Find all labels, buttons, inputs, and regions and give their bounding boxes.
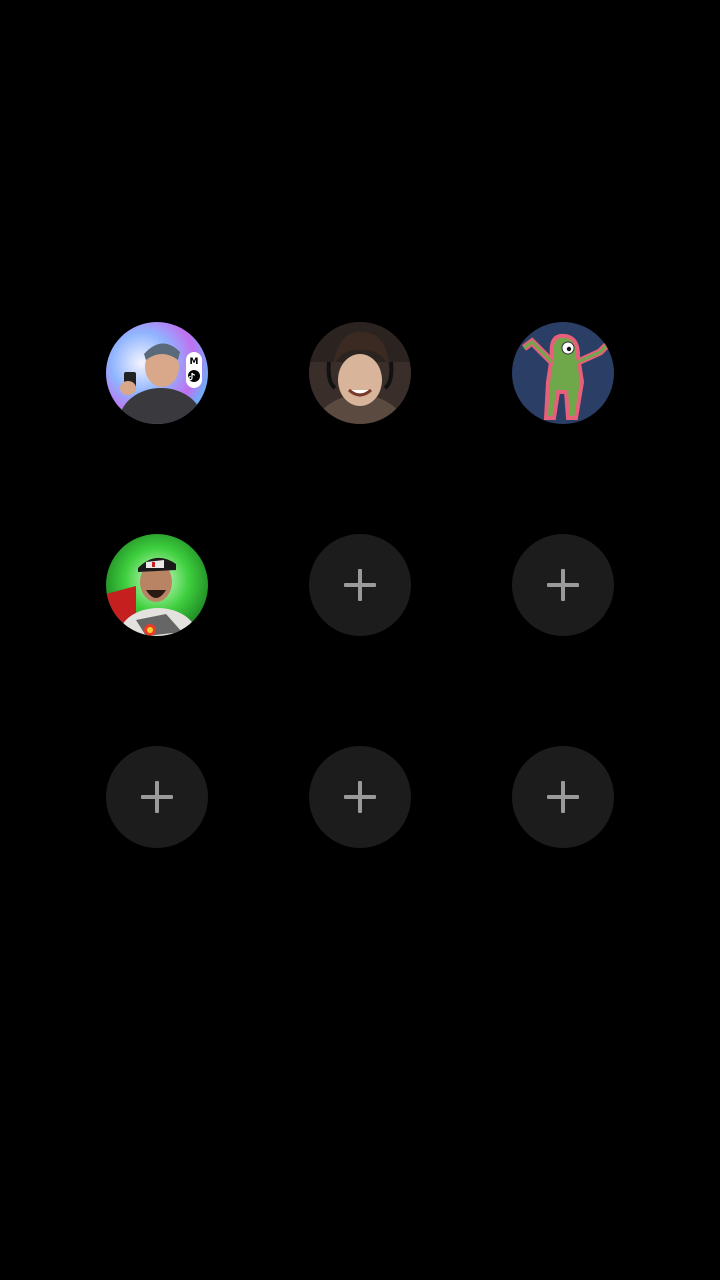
avatar-image-1: M xyxy=(106,322,208,424)
add-contact-icon xyxy=(141,781,173,813)
add-contact-icon xyxy=(547,781,579,813)
add-contact-slot-8[interactable] xyxy=(309,746,411,848)
add-contact-slot-7[interactable] xyxy=(106,746,208,848)
avatar-slot-3[interactable] xyxy=(512,322,614,424)
add-contact-slot-5[interactable] xyxy=(309,534,411,636)
add-contact-icon xyxy=(344,781,376,813)
avatar-slot-1[interactable]: M xyxy=(106,322,208,424)
add-contact-slot-6[interactable] xyxy=(512,534,614,636)
favorites-grid: M xyxy=(0,0,720,1280)
avatar-slot-4[interactable] xyxy=(106,534,208,636)
avatar-image-3 xyxy=(512,322,614,424)
avatar-image-2 xyxy=(309,322,411,424)
avatar-slot-2[interactable] xyxy=(309,322,411,424)
badge-letter: M xyxy=(190,357,199,367)
add-contact-icon xyxy=(344,569,376,601)
avatar-image-4 xyxy=(106,534,208,636)
add-contact-icon xyxy=(547,569,579,601)
add-contact-slot-9[interactable] xyxy=(512,746,614,848)
tiktok-icon xyxy=(188,370,200,382)
